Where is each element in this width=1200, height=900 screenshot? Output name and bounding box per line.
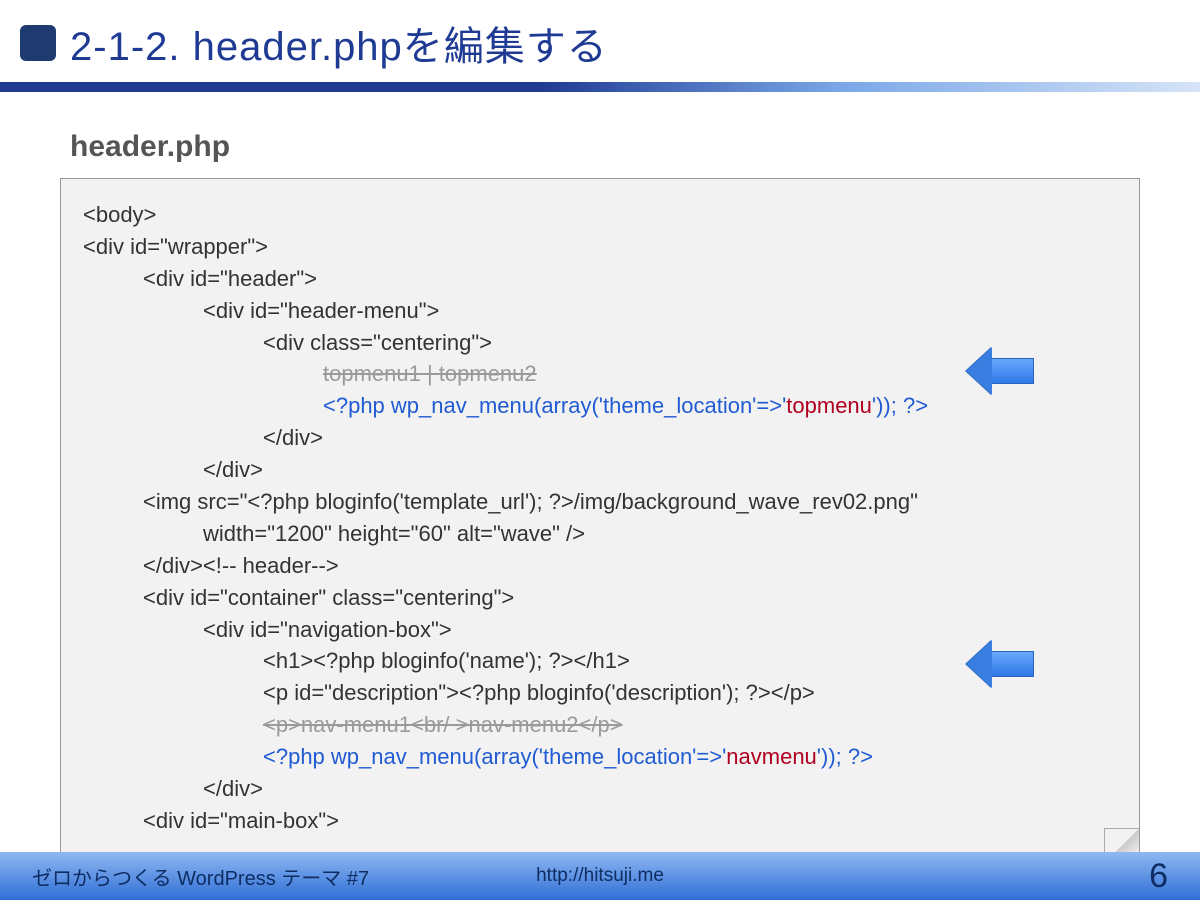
arrow-head-icon xyxy=(966,347,992,395)
arrow-shaft-icon xyxy=(992,358,1034,384)
arrow-left-icon xyxy=(966,640,1034,688)
code-span-blue: ')); ?> xyxy=(872,393,928,418)
code-line: <div id="main-box"> xyxy=(83,805,1117,837)
footer: ゼロからつくる WordPress テーマ #7 http://hitsuji.… xyxy=(0,852,1200,900)
code-line: <h1><?php bloginfo('name'); ?></h1> xyxy=(83,645,1117,677)
code-line-removed: <p>nav-menu1<br/ >nav-menu2</p> xyxy=(83,709,1117,741)
code-line: <div id="navigation-box"> xyxy=(83,614,1117,646)
title-row: 2-1-2. header.phpを編集する xyxy=(0,0,1200,72)
code-span-blue: ')); ?> xyxy=(817,744,873,769)
slide-title: 2-1-2. header.phpを編集する xyxy=(70,14,608,72)
code-line: width="1200" height="60" alt="wave" /> xyxy=(83,518,1117,550)
code-span-red: topmenu xyxy=(786,393,872,418)
code-span-red: navmenu xyxy=(726,744,817,769)
code-span-blue: <?php wp_nav_menu(array('theme_location'… xyxy=(263,744,726,769)
code-line: <img src="<?php bloginfo('template_url')… xyxy=(83,486,1117,518)
code-line: <div class="centering"> xyxy=(83,327,1117,359)
code-line: </div> xyxy=(83,773,1117,805)
code-line: <div id="container" class="centering"> xyxy=(83,582,1117,614)
slide: 2-1-2. header.phpを編集する header.php <body>… xyxy=(0,0,1200,900)
arrow-left-icon xyxy=(966,347,1034,395)
footer-url: http://hitsuji.me xyxy=(536,865,664,887)
code-line: </div> xyxy=(83,422,1117,454)
code-line-added: <?php wp_nav_menu(array('theme_location'… xyxy=(83,390,1117,422)
arrow-shaft-icon xyxy=(992,651,1034,677)
arrow-head-icon xyxy=(966,640,992,688)
code-line: <div id="wrapper"> xyxy=(83,231,1117,263)
code-line: <body> xyxy=(83,199,1117,231)
title-underline xyxy=(0,82,1200,92)
code-line: </div><!-- header--> xyxy=(83,550,1117,582)
code-block-wrap: <body> <div id="wrapper"> <div id="heade… xyxy=(60,178,1140,864)
page-number: 6 xyxy=(1149,857,1168,896)
code-filename-subhead: header.php xyxy=(70,130,1200,164)
code-line: </div> xyxy=(83,454,1117,486)
footer-series-title: ゼロからつくる WordPress テーマ #7 xyxy=(32,862,369,891)
code-line: <div id="header"> xyxy=(83,263,1117,295)
code-line: <div id="header-menu"> xyxy=(83,295,1117,327)
code-block: <body> <div id="wrapper"> <div id="heade… xyxy=(60,178,1140,864)
code-line-removed: topmenu1 | topmenu2 xyxy=(83,358,1117,390)
title-bullet-icon xyxy=(20,25,56,61)
code-span-blue: <?php wp_nav_menu(array('theme_location'… xyxy=(323,393,786,418)
code-line: <p id="description"><?php bloginfo('desc… xyxy=(83,677,1117,709)
code-line-added: <?php wp_nav_menu(array('theme_location'… xyxy=(83,741,1117,773)
